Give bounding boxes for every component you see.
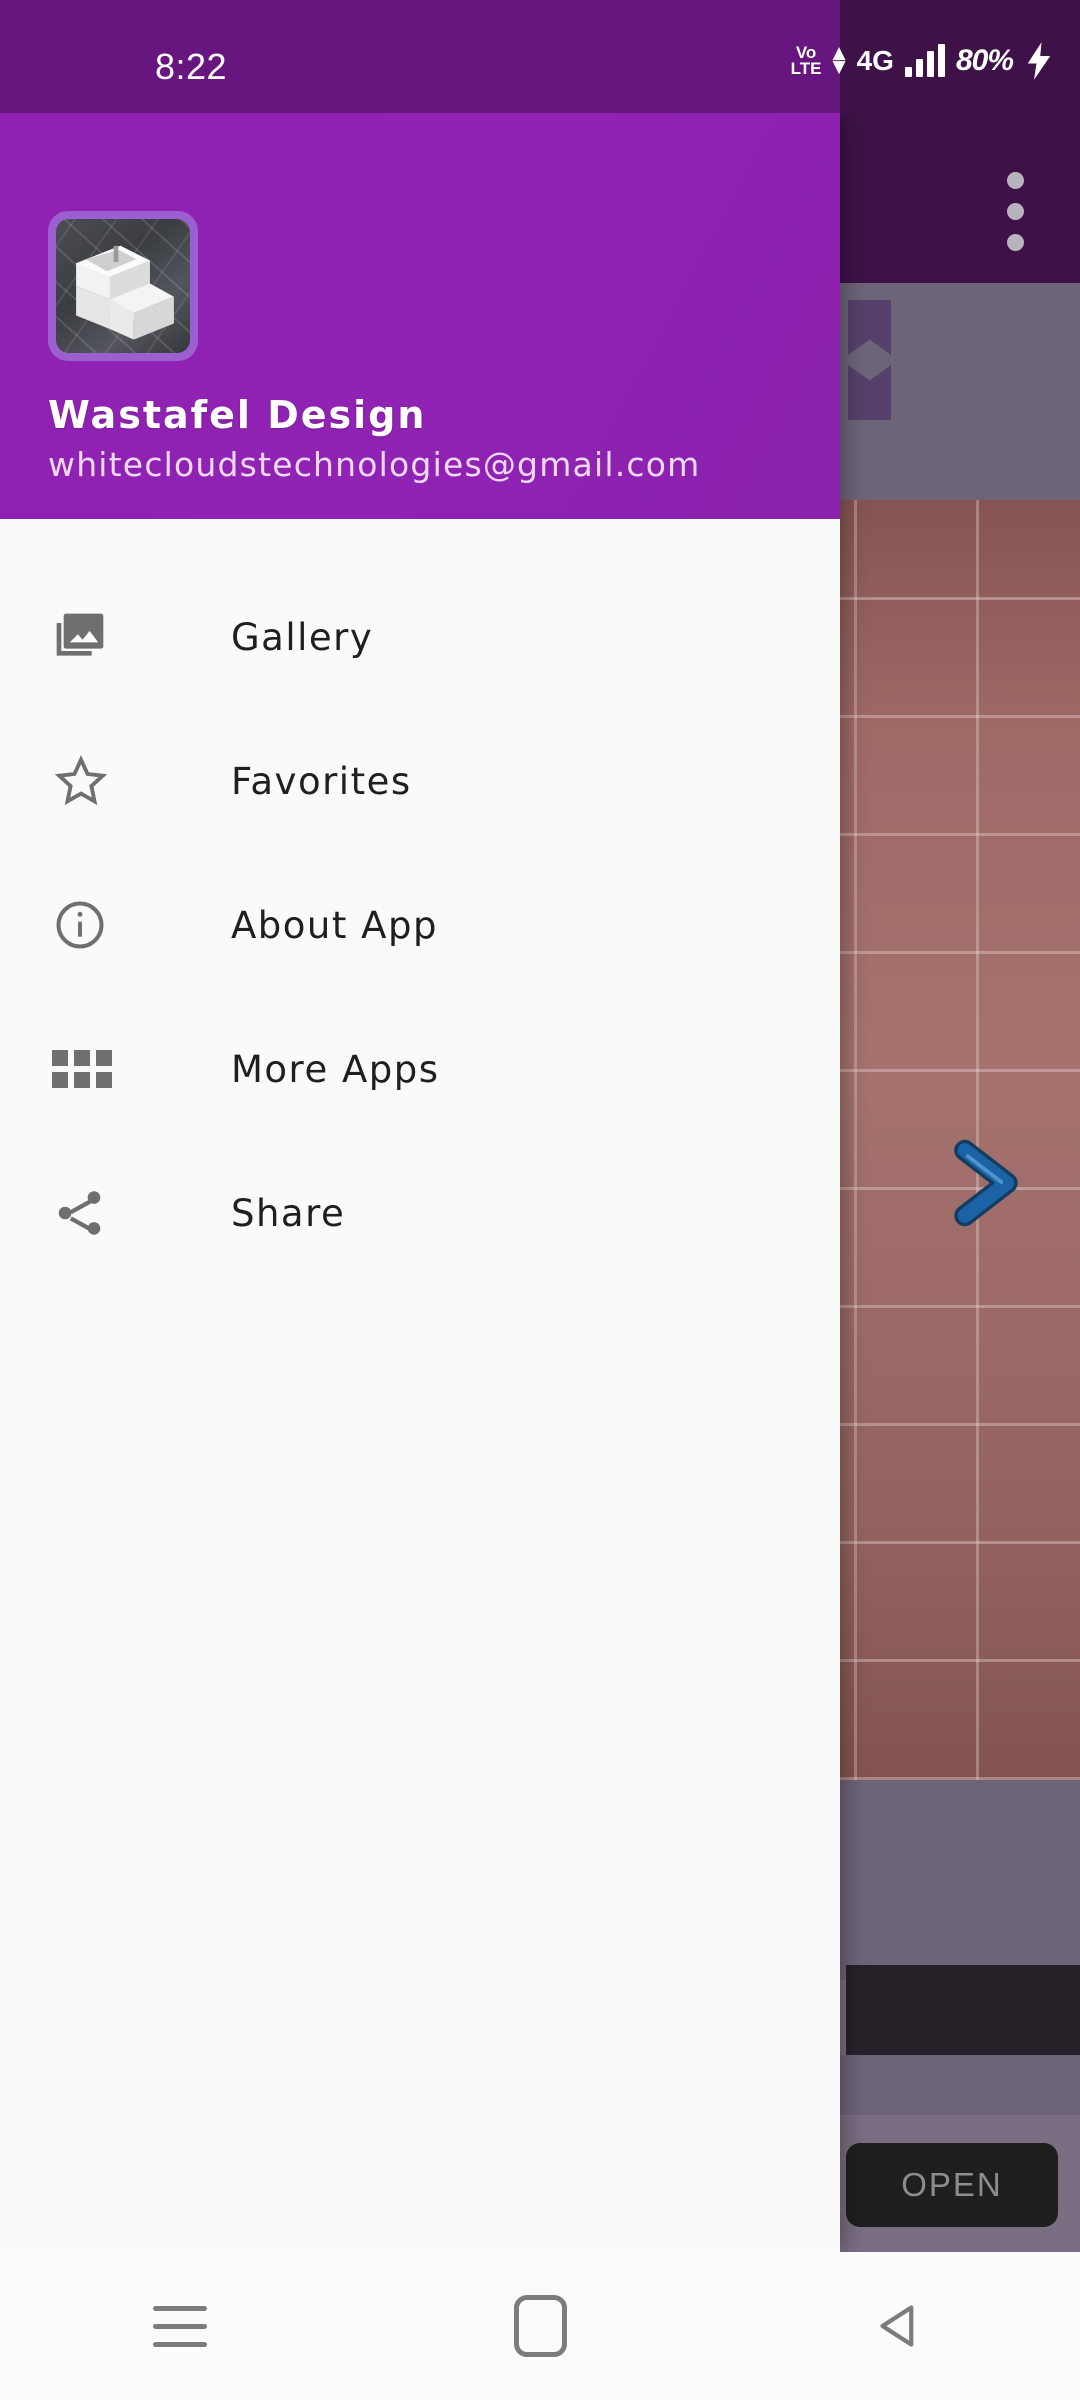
drawer-menu-list: Gallery Favorites About App More Apps Sh… (0, 519, 840, 1285)
drawer-item-more-apps[interactable]: More Apps (0, 997, 840, 1141)
overflow-menu-dots-icon[interactable] (1007, 172, 1024, 251)
nav-back-button[interactable] (810, 2252, 990, 2400)
ad-banner[interactable] (846, 1965, 1080, 2055)
status-bar: 8:22 Vo LTE ▲ ▼ 4G 80% (0, 0, 1080, 113)
drawer-item-label: Share (231, 1191, 346, 1235)
ad-open-button[interactable]: OPEN (846, 2143, 1058, 2227)
drawer-item-share[interactable]: Share (0, 1141, 840, 1285)
app-icon-wastafel (48, 211, 198, 361)
app-title: Wastafel Design (48, 393, 427, 437)
drawer-item-about-app[interactable]: About App (0, 853, 840, 997)
back-triangle-icon (880, 2305, 914, 2347)
network-type-label: 4G (856, 45, 894, 76)
home-square-icon (513, 2295, 567, 2357)
phone-screen: OPEN 8:22 Vo LTE ▲ ▼ 4G 80% Wastafel Des… (0, 0, 1080, 2400)
drawer-item-gallery[interactable]: Gallery (0, 565, 840, 709)
share-nodes-icon (52, 1185, 126, 1241)
grid-apps-icon (52, 1050, 126, 1088)
star-outline-icon (52, 752, 126, 810)
lightning-bolt-icon (1027, 42, 1051, 80)
drawer-item-label: More Apps (231, 1047, 440, 1091)
volte-icon: Vo LTE (790, 44, 822, 78)
system-nav-bar (0, 2252, 1080, 2400)
data-updown-icon: ▲ ▼ (832, 43, 846, 77)
developer-email: whitecloudstechnologies@gmail.com (48, 445, 701, 484)
volte-bottom: LTE (790, 59, 822, 78)
battery-percent-label: 80% (955, 44, 1014, 77)
recents-hamburger-icon (153, 2305, 207, 2347)
nav-home-button[interactable] (450, 2252, 630, 2400)
sink-toilet-illustration (76, 245, 174, 340)
status-bar-clock: 8:22 (155, 46, 228, 87)
drawer-item-favorites[interactable]: Favorites (0, 709, 840, 853)
nav-recents-button[interactable] (90, 2252, 270, 2400)
drawer-item-label: Favorites (231, 759, 412, 803)
status-bar-icons: Vo LTE ▲ ▼ 4G 80% (791, 42, 1054, 80)
photo-library-icon (52, 609, 126, 665)
info-circle-icon (52, 897, 126, 953)
navigation-drawer: Wastafel Design whitecloudstechnologies@… (0, 113, 840, 2252)
app-icon-image (56, 219, 190, 353)
chevron-right-arrow-icon[interactable] (936, 1135, 1032, 1231)
app-identity: Wastafel Design whitecloudstechnologies@… (48, 393, 816, 484)
signal-bars-icon (904, 44, 945, 77)
drawer-header: Wastafel Design whitecloudstechnologies@… (0, 113, 840, 519)
drawer-item-label: About App (231, 903, 438, 947)
drawer-item-label: Gallery (231, 615, 374, 659)
